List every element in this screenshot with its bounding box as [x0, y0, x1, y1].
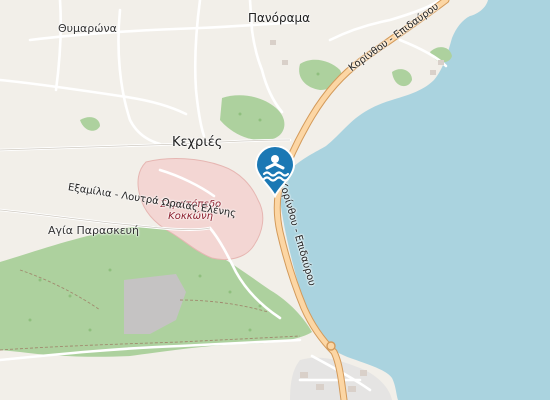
roundabout — [326, 341, 336, 351]
label-agia-paraskevi: Αγία Παρασκευή — [48, 224, 139, 237]
map-view[interactable]: Πανόραμα Θυμαρώνα Κεχριές Στρατόπεδο Κοκ… — [0, 0, 550, 400]
swimming-beach-icon — [254, 146, 296, 198]
swimming-beach-marker[interactable] — [254, 146, 296, 198]
label-kechries: Κεχριές — [172, 135, 223, 150]
label-panorama: Πανόραμα — [248, 11, 311, 25]
label-thymarona: Θυμαρώνα — [58, 22, 117, 35]
map-canvas — [0, 0, 550, 400]
